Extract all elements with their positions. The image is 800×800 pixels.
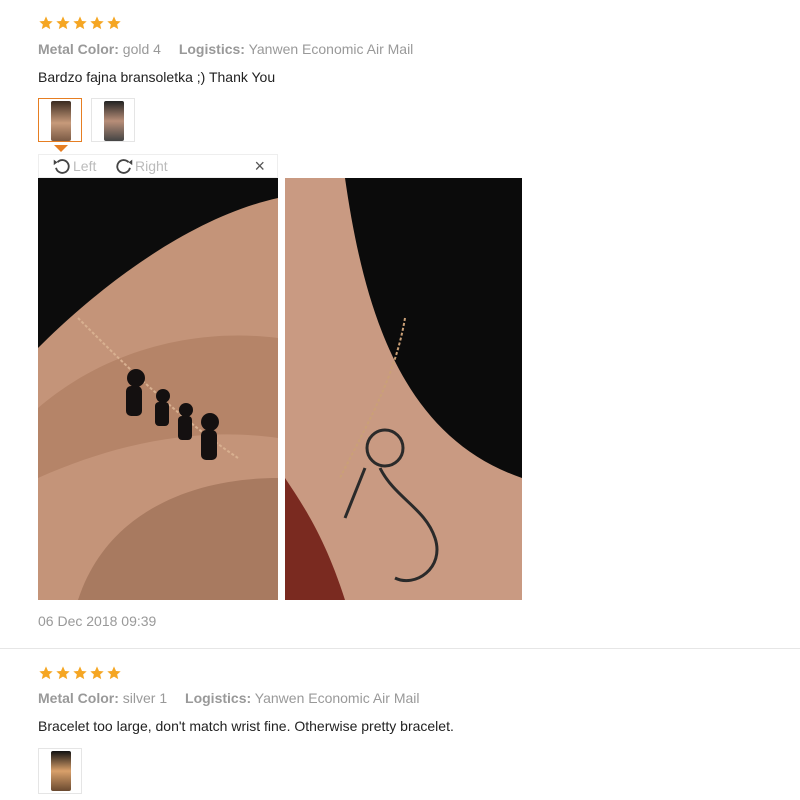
- active-thumbnail-caret: [54, 145, 68, 152]
- review-photo-thumbnail[interactable]: [91, 98, 135, 142]
- rotate-right-icon: [116, 159, 133, 174]
- logistics-key: Logistics:: [185, 690, 252, 706]
- review-meta: Metal Color: gold 4 Logistics: Yanwen Ec…: [38, 41, 427, 57]
- metal-color-value: gold 4: [122, 41, 161, 57]
- rating-stars: [38, 15, 122, 31]
- rotate-right-button[interactable]: Right: [113, 155, 168, 177]
- logistics-value: Yanwen Economic Air Mail: [248, 41, 414, 57]
- metal-color-value: silver 1: [122, 690, 168, 706]
- star-icon: [73, 16, 87, 30]
- photo-viewer-toolbar: Left Right ×: [38, 154, 278, 178]
- rotate-left-button[interactable]: Left: [51, 155, 96, 177]
- logistics-key: Logistics:: [178, 41, 245, 57]
- star-icon: [107, 666, 121, 680]
- close-viewer-button[interactable]: ×: [254, 156, 265, 177]
- rotate-left-icon: [53, 159, 70, 174]
- review-photo-large: [285, 178, 522, 600]
- logistics-value: Yanwen Economic Air Mail: [254, 690, 420, 706]
- review-text: Bardzo fajna bransoletka ;) Thank You: [38, 69, 276, 85]
- review-divider: [0, 648, 800, 649]
- metal-color-key: Metal Color:: [38, 41, 119, 57]
- review-photo-large: [38, 178, 278, 600]
- review-photo-thumbnail[interactable]: [38, 98, 82, 142]
- review-text: Bracelet too large, don't match wrist fi…: [38, 718, 454, 734]
- rotate-right-label: Right: [135, 158, 168, 174]
- review-photo-thumbnail[interactable]: [38, 748, 82, 794]
- rotate-left-label: Left: [73, 158, 97, 174]
- star-icon: [56, 16, 70, 30]
- review-date: 06 Dec 2018 09:39: [38, 613, 157, 629]
- star-icon: [107, 16, 121, 30]
- star-icon: [90, 16, 104, 30]
- star-icon: [90, 666, 104, 680]
- star-icon: [39, 16, 53, 30]
- star-icon: [73, 666, 87, 680]
- review-meta: Metal Color: silver 1 Logistics: Yanwen …: [38, 690, 434, 706]
- star-icon: [56, 666, 70, 680]
- star-icon: [39, 666, 53, 680]
- metal-color-key: Metal Color:: [38, 690, 119, 706]
- rating-stars: [38, 665, 122, 681]
